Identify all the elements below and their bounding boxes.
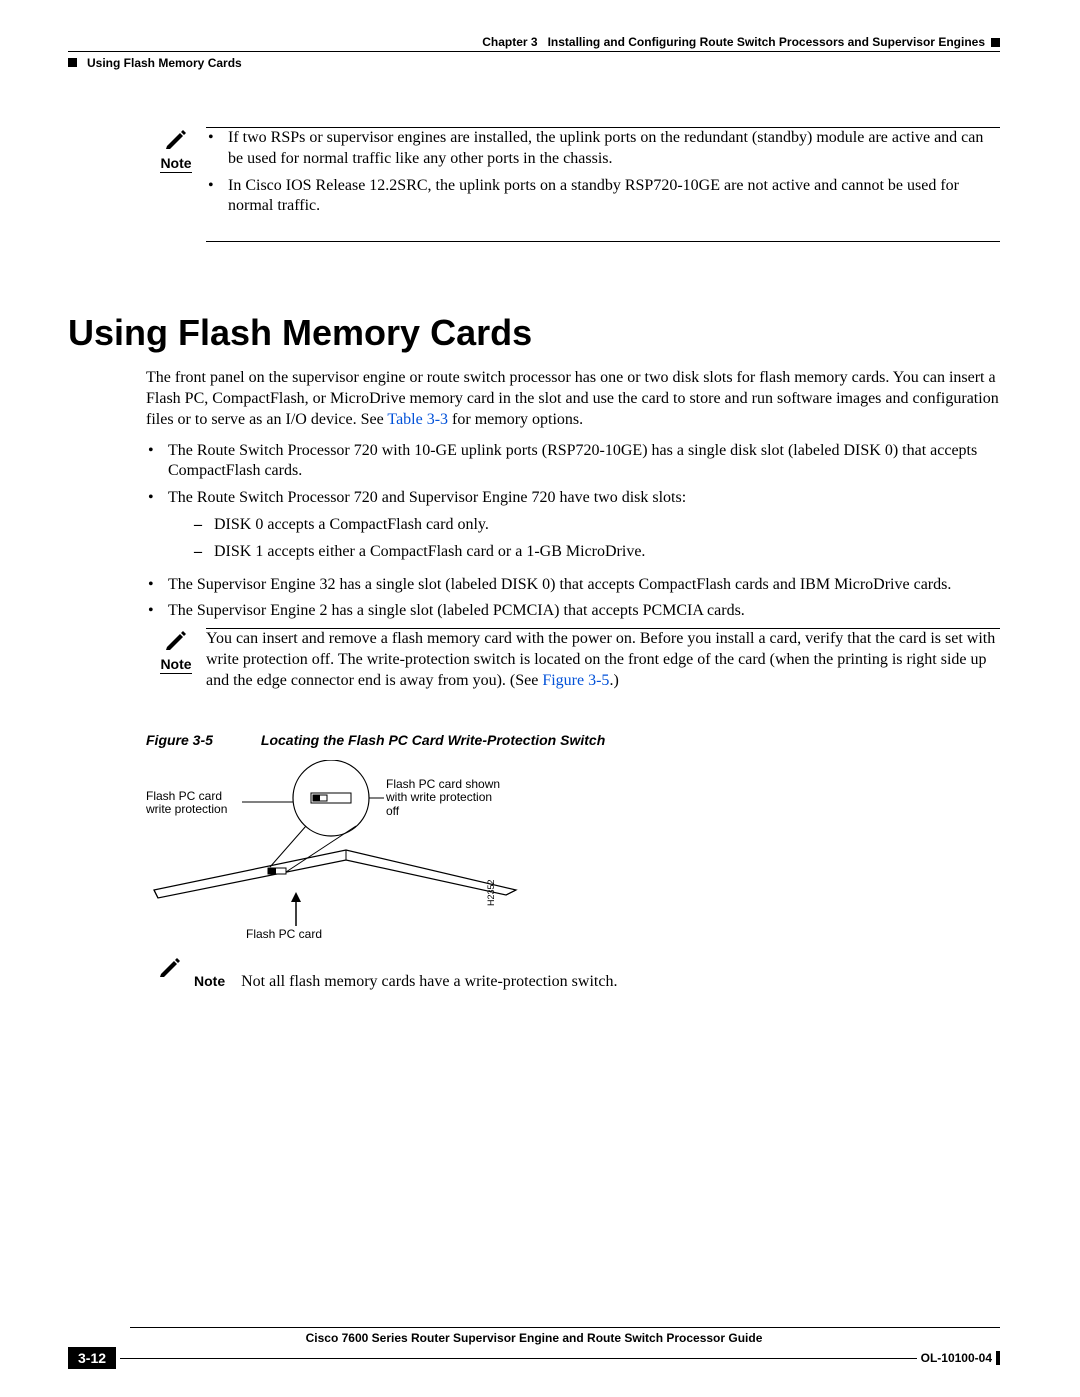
footer-guide-title: Cisco 7600 Series Router Supervisor Engi… — [68, 1331, 1000, 1345]
note-rule-bottom — [206, 241, 1000, 242]
figure-3-5: H2352 Flash PC card write protection Fla… — [146, 760, 1000, 950]
intro-paragraph: The front panel on the supervisor engine… — [146, 368, 1000, 430]
sub-bullet-list: –DISK 0 accepts a CompactFlash card only… — [168, 515, 1000, 563]
footer-end-bar-icon — [996, 1351, 1000, 1365]
chapter-label: Chapter 3 — [482, 35, 537, 49]
note-label: Note — [160, 656, 191, 674]
sub-bullet-2: –DISK 1 accepts either a CompactFlash ca… — [194, 542, 1000, 563]
page: Chapter 3 Installing and Configuring Rou… — [0, 0, 1080, 992]
figure-3-5-link[interactable]: Figure 3-5 — [542, 672, 609, 689]
note-block-1: Note •If two RSPs or supervisor engines … — [146, 128, 1000, 223]
note-2-text: You can insert and remove a flash memory… — [206, 629, 1000, 691]
page-footer: Cisco 7600 Series Router Supervisor Engi… — [68, 1327, 1000, 1369]
pencil-icon — [164, 629, 188, 651]
main-bullet-4: •The Supervisor Engine 2 has a single sl… — [146, 601, 1000, 622]
page-number: 3-12 — [68, 1347, 116, 1369]
pencil-icon — [158, 956, 182, 978]
section-header-text: Using Flash Memory Cards — [87, 56, 242, 70]
main-bullet-3: •The Supervisor Engine 32 has a single s… — [146, 575, 1000, 596]
main-bullet-2: • The Route Switch Processor 720 and Sup… — [146, 488, 1000, 568]
figure-label-left: Flash PC card write protection — [146, 790, 242, 818]
pencil-icon — [164, 128, 188, 150]
header-rule — [68, 51, 1000, 52]
figure-label-right: Flash PC card shown with write protectio… — [386, 778, 506, 819]
note-icon-column — [146, 956, 194, 981]
note-block-3: Note Not all flash memory cards have a wr… — [146, 956, 1000, 993]
figure-caption: Figure 3-5Locating the Flash PC Card Wri… — [146, 732, 1000, 748]
sub-bullet-1: –DISK 0 accepts a CompactFlash card only… — [194, 515, 1000, 536]
section-heading: Using Flash Memory Cards — [68, 312, 1000, 354]
note-label: Note — [194, 973, 225, 989]
page-header: Chapter 3 Installing and Configuring Rou… — [68, 35, 1000, 49]
note-label: Note — [160, 155, 191, 173]
header-end-square-icon — [991, 38, 1000, 47]
note-1-bullet-1: •If two RSPs or supervisor engines are i… — [206, 128, 1000, 170]
note-1-bullet-2: •In Cisco IOS Release 12.2SRC, the uplin… — [206, 176, 1000, 218]
header-start-square-icon — [68, 58, 77, 67]
main-bullet-1: •The Route Switch Processor 720 with 10-… — [146, 441, 1000, 483]
note-1-list: •If two RSPs or supervisor engines are i… — [206, 128, 1000, 217]
table-3-3-link[interactable]: Table 3-3 — [387, 411, 448, 428]
figure-label-bottom: Flash PC card — [246, 928, 322, 942]
note-icon-column: Note — [146, 629, 206, 674]
doc-number: OL-10100-04 — [921, 1351, 992, 1365]
content-area: Note •If two RSPs or supervisor engines … — [68, 127, 1000, 992]
main-bullet-list: •The Route Switch Processor 720 with 10-… — [146, 441, 1000, 623]
chapter-header: Chapter 3 Installing and Configuring Rou… — [482, 35, 1000, 49]
figure-hcode: H2352 — [486, 879, 496, 906]
section-breadcrumb: Using Flash Memory Cards — [68, 54, 1000, 72]
note-3-text: Not all flash memory cards have a write-… — [241, 973, 617, 990]
note-icon-column: Note — [146, 128, 206, 173]
note-block-2: Note You can insert and remove a flash m… — [146, 629, 1000, 697]
chapter-title: Installing and Configuring Route Switch … — [548, 35, 985, 49]
